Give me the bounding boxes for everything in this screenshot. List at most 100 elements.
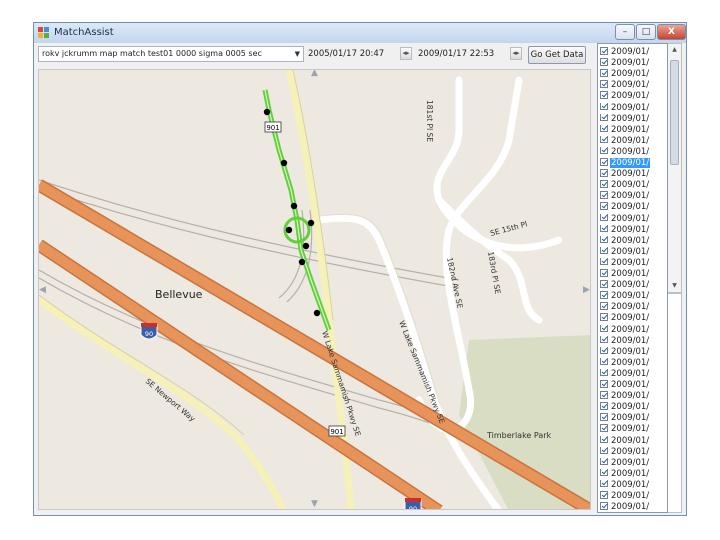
checkbox-checked-icon[interactable] xyxy=(600,302,608,310)
checkbox-checked-icon[interactable] xyxy=(600,335,608,344)
list-item[interactable]: 2009/01/ xyxy=(600,47,666,58)
checkbox-checked-icon[interactable] xyxy=(600,202,608,210)
checkbox-checked-icon[interactable] xyxy=(600,224,608,233)
list-item[interactable]: 2009/01/ xyxy=(600,246,666,258)
list-item[interactable]: 2009/01/ xyxy=(600,357,666,369)
list-item[interactable]: 2009/01/ xyxy=(600,202,666,213)
checkbox-checked-icon[interactable] xyxy=(600,102,608,110)
trip-select-dropdown[interactable]: rokv jckrumm map match test01 0000 sigma… xyxy=(38,46,304,62)
checkbox-checked-icon[interactable] xyxy=(600,169,608,177)
checkbox-checked-icon[interactable] xyxy=(600,391,608,399)
list-item[interactable]: 2009/01/ xyxy=(600,213,666,225)
checkbox-checked-icon[interactable] xyxy=(600,435,608,443)
minimize-button[interactable]: – xyxy=(615,24,635,40)
list-item[interactable]: 2009/01/ xyxy=(600,280,666,291)
list-item[interactable]: 2009/01/ xyxy=(600,169,666,180)
checkbox-checked-icon[interactable] xyxy=(600,113,608,122)
list-item[interactable]: 2009/01/ xyxy=(600,180,666,191)
list-item[interactable]: 2009/01/ xyxy=(600,502,666,512)
checkbox-checked-icon[interactable] xyxy=(600,313,608,321)
chevron-down-icon[interactable]: ▼ xyxy=(295,47,300,61)
list-item[interactable]: 2009/01/ xyxy=(600,446,666,458)
list-item[interactable]: 2009/01/ xyxy=(600,124,666,136)
checkbox-checked-icon[interactable] xyxy=(600,468,608,477)
list-item[interactable]: 2009/01/ xyxy=(600,424,666,435)
list-item[interactable]: 2009/01/ xyxy=(600,368,666,380)
list-item[interactable]: 2009/01/ xyxy=(600,324,666,336)
checkbox-checked-icon[interactable] xyxy=(600,402,608,410)
list-item[interactable]: 2009/01/ xyxy=(600,457,666,469)
checkbox-checked-icon[interactable] xyxy=(600,380,608,388)
list-item[interactable]: 2009/01/ xyxy=(600,269,666,280)
list-item[interactable]: 2009/01/ xyxy=(600,413,666,424)
list-item[interactable]: 2009/01/ xyxy=(600,135,666,147)
map-canvas[interactable]: 901 901 90 90 Bellevue Timberlake Park W… xyxy=(39,70,591,510)
checkbox-checked-icon[interactable] xyxy=(600,280,608,288)
pan-down-icon[interactable]: ▼ xyxy=(311,499,318,509)
checkbox-checked-icon[interactable] xyxy=(600,479,608,488)
pan-up-icon[interactable]: ▲ xyxy=(311,70,318,78)
checkbox-checked-icon[interactable] xyxy=(600,413,608,421)
list-item[interactable]: 2009/01/ xyxy=(600,468,666,480)
checkbox-checked-icon[interactable] xyxy=(600,491,608,499)
checkbox-checked-icon[interactable] xyxy=(600,357,608,366)
checkbox-checked-icon[interactable] xyxy=(600,291,608,299)
pan-right-icon[interactable]: ▶ xyxy=(583,285,590,295)
map-view[interactable]: 901 901 90 90 Bellevue Timberlake Park W… xyxy=(38,69,591,510)
maximize-button[interactable]: □ xyxy=(636,24,656,40)
scroll-down-icon[interactable]: ▼ xyxy=(668,282,681,289)
checkbox-checked-icon[interactable] xyxy=(600,180,608,188)
list-item[interactable]: 2009/01/ xyxy=(600,435,666,447)
list-item[interactable]: 2009/01/ xyxy=(600,391,666,402)
checkbox-checked-icon[interactable] xyxy=(600,368,608,377)
list-item[interactable]: 2009/01/ xyxy=(600,158,666,169)
end-time-picker[interactable]: 2009/01/17 22:53 xyxy=(418,46,506,62)
list-item[interactable]: 2009/01/ xyxy=(600,224,666,236)
list-item[interactable]: 2009/01/ xyxy=(600,335,666,347)
checkbox-checked-icon[interactable] xyxy=(600,69,608,77)
checkbox-checked-icon[interactable] xyxy=(600,424,608,432)
checkbox-checked-icon[interactable] xyxy=(600,235,608,244)
list-item[interactable]: 2009/01/ xyxy=(600,58,666,69)
list-item[interactable]: 2009/01/ xyxy=(600,346,666,358)
checkbox-checked-icon[interactable] xyxy=(600,191,608,199)
pan-left-icon[interactable]: ◀ xyxy=(39,285,46,295)
start-time-spinner-icon[interactable]: ◂▸ xyxy=(400,47,412,60)
scroll-up-icon[interactable]: ▲ xyxy=(668,46,681,53)
checkbox-checked-icon[interactable] xyxy=(600,446,608,455)
checkbox-checked-icon[interactable] xyxy=(600,269,608,277)
title-bar[interactable]: MatchAssist – □ X xyxy=(34,23,686,43)
checkbox-checked-icon[interactable] xyxy=(600,457,608,466)
checkbox-checked-icon[interactable] xyxy=(600,146,608,155)
list-item[interactable]: 2009/01/ xyxy=(600,402,666,413)
list-item[interactable]: 2009/01/ xyxy=(600,191,666,202)
checkbox-checked-icon[interactable] xyxy=(600,58,608,66)
list-item[interactable]: 2009/01/ xyxy=(600,91,666,102)
list-item[interactable]: 2009/01/ xyxy=(600,380,666,391)
list-item[interactable]: 2009/01/ xyxy=(600,80,666,91)
list-item[interactable]: 2009/01/ xyxy=(600,302,666,313)
list-item[interactable]: 2009/01/ xyxy=(600,235,666,247)
checkbox-checked-icon[interactable] xyxy=(600,47,608,55)
list-item[interactable]: 2009/01/ xyxy=(600,257,666,269)
checkbox-checked-icon[interactable] xyxy=(600,158,608,166)
list-item[interactable]: 2009/01/ xyxy=(600,313,666,324)
scroll-thumb[interactable] xyxy=(670,60,679,165)
list-item[interactable]: 2009/01/ xyxy=(600,291,666,302)
checkbox-checked-icon[interactable] xyxy=(600,91,608,99)
checkbox-checked-icon[interactable] xyxy=(600,324,608,332)
list-item[interactable]: 2009/01/ xyxy=(600,491,666,502)
checkbox-checked-icon[interactable] xyxy=(600,213,608,221)
close-button[interactable]: X xyxy=(657,24,686,40)
list-item[interactable]: 2009/01/ xyxy=(600,146,666,158)
list-scrollbar[interactable]: ▲ ▼ xyxy=(668,43,682,293)
end-time-spinner-icon[interactable]: ◂▸ xyxy=(510,47,522,60)
checkbox-checked-icon[interactable] xyxy=(600,346,608,355)
checkbox-checked-icon[interactable] xyxy=(600,124,608,133)
checkbox-checked-icon[interactable] xyxy=(600,80,608,88)
checkbox-checked-icon[interactable] xyxy=(600,135,608,144)
list-item[interactable]: 2009/01/ xyxy=(600,69,666,80)
go-get-data-button[interactable]: Go Get Data xyxy=(528,46,586,64)
list-item[interactable]: 2009/01/ xyxy=(600,102,666,114)
checkbox-checked-icon[interactable] xyxy=(600,257,608,266)
